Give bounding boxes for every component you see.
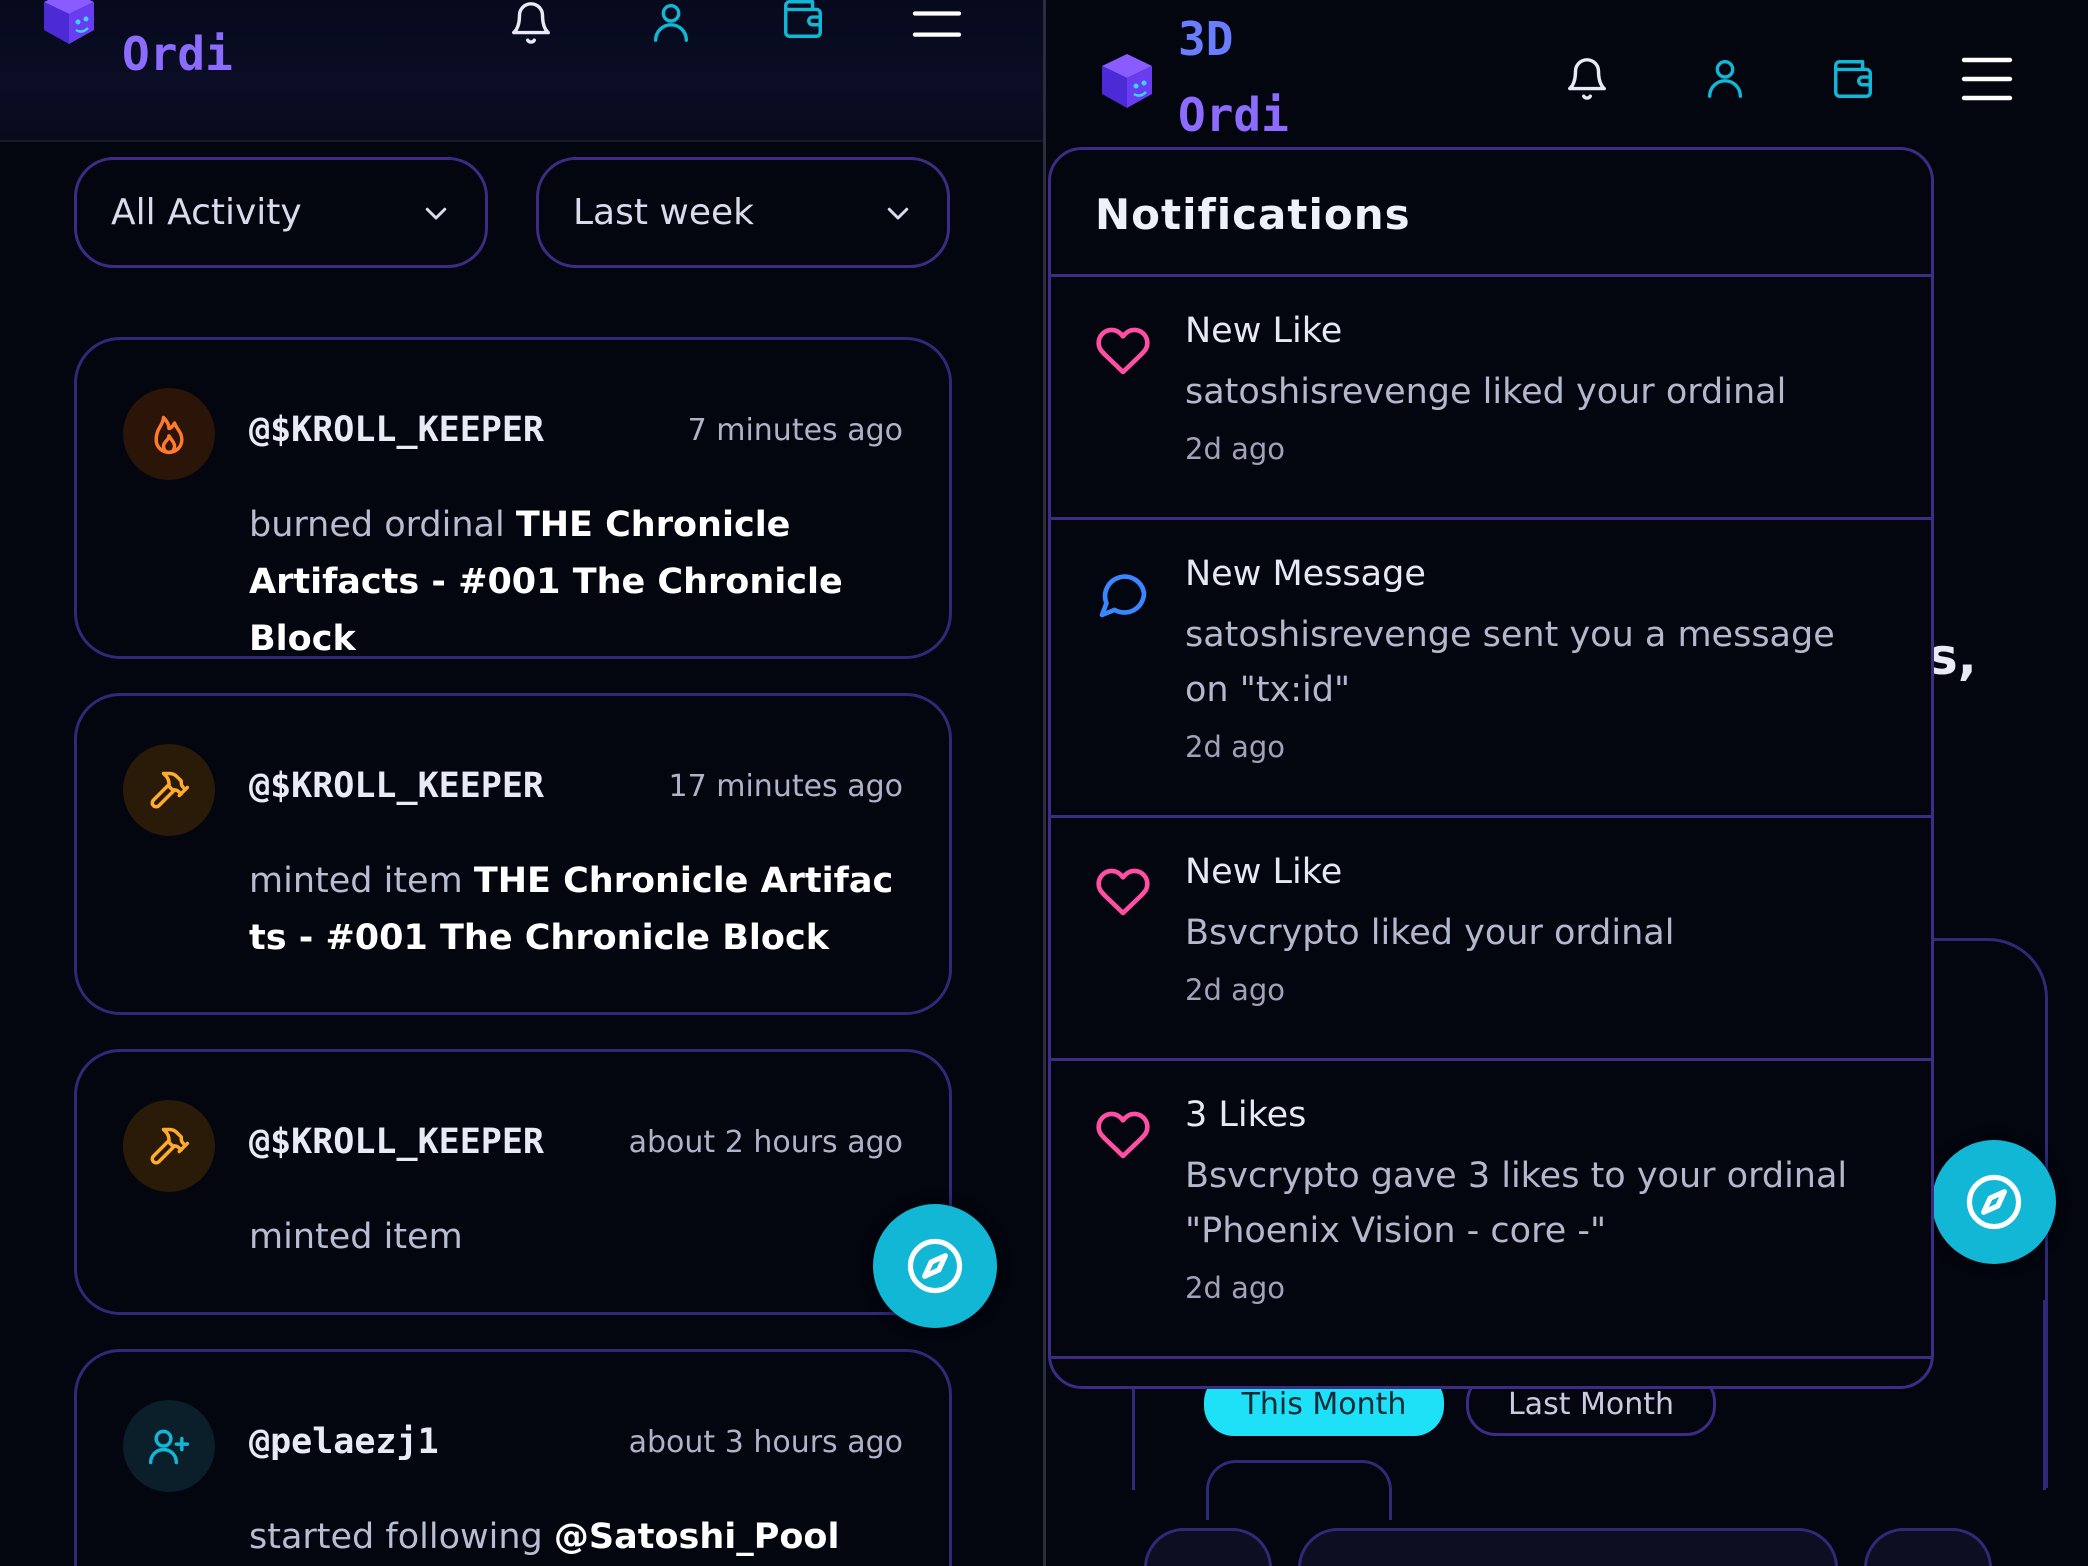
activity-user[interactable]: @$KROLL_KEEPER [249, 766, 544, 806]
user-icon[interactable] [648, 0, 694, 44]
bell-icon[interactable] [508, 0, 554, 46]
notification-item[interactable]: New Like satoshisrevenge liked your ordi… [1051, 277, 1931, 517]
wallet-icon[interactable] [780, 0, 826, 42]
notification-item[interactable]: New Like Bsvcrypto liked your ordinal 2d… [1051, 818, 1931, 1058]
message-icon [1095, 566, 1151, 622]
notification-title: New Like [1185, 311, 1343, 351]
activity-action: burned ordinal [249, 505, 505, 545]
hammer-icon [123, 1100, 215, 1192]
activity-card[interactable]: @pelaezj1 about 3 hours ago started foll… [74, 1349, 952, 1566]
background-heading-fragment: s, [1928, 628, 1977, 686]
logo-text[interactable]: Ordi [122, 27, 233, 81]
notifications-screen: 3D Ordi s, This Month Last Month Notific… [1046, 0, 2088, 1566]
notifications-title: Notifications [1095, 190, 1411, 239]
activity-filter-value: All Activity [111, 192, 302, 233]
activity-description: minted item [249, 1209, 903, 1266]
activity-action: minted item [249, 1217, 463, 1257]
activity-description: started following @Satoshi_Pool [249, 1509, 903, 1566]
activity-description: minted item THE Chronicle Artifacts - #0… [249, 853, 903, 967]
compass-icon [907, 1238, 963, 1294]
activity-time: 7 minutes ago [687, 413, 903, 448]
activity-action: minted item [249, 861, 463, 901]
chevron-down-icon [887, 207, 909, 219]
activity-card[interactable]: @$KROLL_KEEPER 17 minutes ago minted ite… [74, 693, 952, 1015]
activity-screen: Ordi All Activity Last week @$KROLL_KEEP… [0, 0, 1043, 1566]
notification-title: 3 Likes [1185, 1095, 1307, 1135]
heart-icon [1095, 864, 1151, 920]
notification-text: Bsvcrypto liked your ordinal [1185, 913, 1675, 953]
notification-item[interactable]: New Message satoshisrevenge sent you a m… [1051, 520, 1931, 815]
activity-user[interactable]: @$KROLL_KEEPER [249, 1122, 544, 1162]
flame-icon [123, 388, 215, 480]
heart-icon [1095, 1107, 1151, 1163]
notification-title: New Like [1185, 852, 1343, 892]
compass-icon [1966, 1174, 2022, 1230]
activity-time: 17 minutes ago [668, 769, 903, 804]
activity-item-link[interactable]: @Satoshi_Pool [554, 1517, 840, 1557]
notification-title: New Message [1185, 554, 1426, 594]
app-header: 3D Ordi [1046, 0, 2088, 150]
activity-filter-dropdown[interactable]: All Activity [74, 157, 488, 268]
explore-compass-button[interactable] [1932, 1140, 2056, 1264]
background-nav-fragment [1144, 1528, 1272, 1566]
activity-time: about 3 hours ago [628, 1425, 903, 1460]
activity-action: started following [249, 1517, 543, 1557]
logo-text-line1[interactable]: 3D [1178, 12, 1233, 66]
cube-logo-icon[interactable] [1098, 50, 1156, 110]
notification-text: satoshisrevenge sent you a message on "t… [1185, 615, 1835, 710]
menu-icon[interactable] [910, 2, 964, 48]
notification-time: 2d ago [1185, 432, 1285, 466]
activity-card[interactable]: @$KROLL_KEEPER about 2 hours ago minted … [74, 1049, 952, 1315]
app-header: Ordi [0, 0, 1043, 142]
date-range-dropdown[interactable]: Last week [536, 157, 950, 268]
user-icon[interactable] [1702, 54, 1748, 100]
activity-user[interactable]: @pelaezj1 [249, 1422, 439, 1462]
chevron-down-icon [425, 207, 447, 219]
logo-text-line2[interactable]: Ordi [1178, 88, 1289, 142]
explore-compass-button[interactable] [873, 1204, 997, 1328]
notification-time: 2d ago [1185, 973, 1285, 1007]
activity-time: about 2 hours ago [628, 1125, 903, 1160]
user-plus-icon [123, 1400, 215, 1492]
notification-time: 2d ago [1185, 1271, 1285, 1305]
divider [1051, 1356, 1931, 1359]
notification-text: satoshisrevenge liked your ordinal [1185, 372, 1787, 412]
menu-icon[interactable] [1960, 54, 2014, 104]
notification-text: Bsvcrypto gave 3 likes to your ordinal "… [1185, 1156, 1848, 1251]
cube-logo-icon[interactable] [40, 0, 98, 46]
background-nav-fragment [1298, 1528, 1838, 1566]
activity-user[interactable]: @$KROLL_KEEPER [249, 410, 544, 450]
background-pill-fragment [1206, 1460, 1392, 1520]
wallet-icon[interactable] [1830, 56, 1876, 102]
bell-icon[interactable] [1564, 56, 1610, 102]
hammer-icon [123, 744, 215, 836]
activity-card[interactable]: @$KROLL_KEEPER 7 minutes ago burned ordi… [74, 337, 952, 659]
heart-icon [1095, 323, 1151, 379]
notifications-popover: Notifications New Like satoshisrevenge l… [1048, 147, 1934, 1389]
date-range-value: Last week [573, 192, 755, 233]
background-nav-fragment [1864, 1528, 1992, 1566]
notification-time: 2d ago [1185, 730, 1285, 764]
notification-item[interactable]: 3 Likes Bsvcrypto gave 3 likes to your o… [1051, 1061, 1931, 1356]
activity-description: burned ordinal THE Chronicle Artifacts -… [249, 497, 903, 668]
